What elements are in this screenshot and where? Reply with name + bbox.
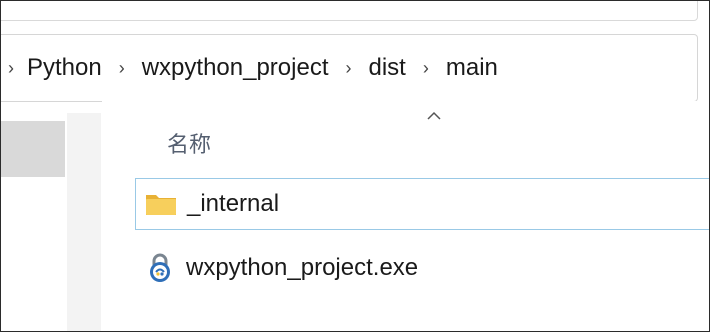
chevron-right-icon[interactable]: › xyxy=(337,58,361,79)
chevron-right-icon[interactable]: › xyxy=(414,58,438,79)
sort-ascending-icon[interactable] xyxy=(426,109,442,121)
chevron-right-icon[interactable]: › xyxy=(110,58,134,79)
file-explorer-window: › Python › wxpython_project › dist › mai… xyxy=(0,0,710,332)
python-exe-icon xyxy=(144,252,176,284)
breadcrumb-item-wxpython-project[interactable]: wxpython_project xyxy=(136,54,335,82)
nav-pane-scrollbar[interactable] xyxy=(67,113,101,331)
column-header-name[interactable]: 名称 xyxy=(167,127,211,159)
file-name: _internal xyxy=(187,190,280,217)
chevron-right-icon[interactable]: › xyxy=(3,58,19,79)
folder-icon xyxy=(145,188,177,220)
breadcrumb: › Python › wxpython_project › dist › mai… xyxy=(1,35,504,101)
file-row-exe[interactable]: wxpython_project.exe xyxy=(135,242,709,294)
search-strip xyxy=(1,1,709,23)
breadcrumb-item-main[interactable]: main xyxy=(440,54,504,82)
breadcrumb-item-python[interactable]: Python xyxy=(21,54,108,82)
breadcrumb-item-dist[interactable]: dist xyxy=(363,54,412,82)
file-list: 名称 _internal wxpython_project.exe xyxy=(102,101,709,331)
nav-item-selected[interactable] xyxy=(1,121,65,177)
file-row-internal[interactable]: _internal xyxy=(135,178,709,230)
address-bar[interactable]: › Python › wxpython_project › dist › mai… xyxy=(1,34,698,102)
navigation-pane xyxy=(1,113,101,331)
file-name: wxpython_project.exe xyxy=(186,254,419,281)
search-box[interactable] xyxy=(1,1,698,21)
